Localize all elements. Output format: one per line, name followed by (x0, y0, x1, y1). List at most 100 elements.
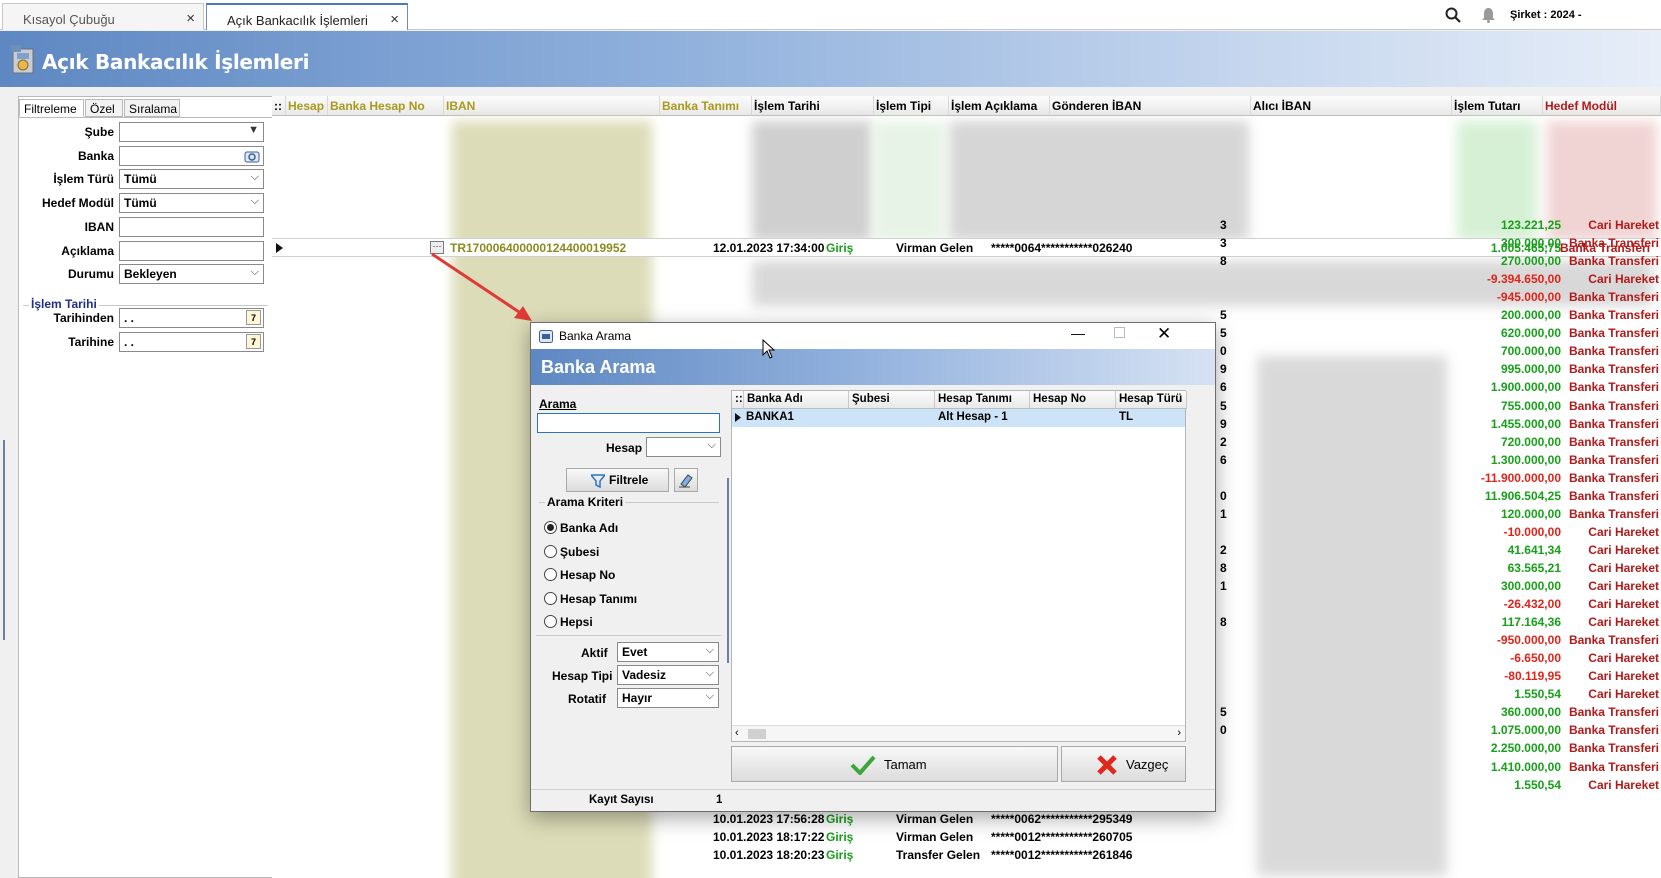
tamam-button[interactable]: Tamam (731, 746, 1058, 782)
sender-tail-cell: 0 (1220, 344, 1227, 359)
chevron-down-icon: ⌵ (250, 195, 259, 207)
scroll-right-icon[interactable]: › (1177, 727, 1181, 739)
minimize-button[interactable]: — (1071, 325, 1085, 341)
iban-input[interactable] (119, 217, 264, 237)
search-icon[interactable] (1445, 7, 1461, 23)
col-hesap-no[interactable]: Hesap No (1030, 391, 1116, 409)
module-cell: Banka Transferi (1568, 398, 1659, 413)
radio-label[interactable]: Hesap Tanımı (560, 592, 637, 606)
col-iban[interactable]: IBAN (444, 96, 660, 116)
page-title: Açık Bankacılık İşlemleri (42, 50, 310, 74)
module-cell: Cari Hareket (1588, 272, 1659, 287)
col-banka-adi[interactable]: Banka Adı (744, 391, 849, 409)
chevron-down-icon: ⌵ (705, 690, 714, 702)
close-icon[interactable]: × (390, 11, 399, 28)
search-label: Arama (539, 397, 577, 411)
aktif-select[interactable]: Evet ⌵ (617, 642, 719, 662)
radio-button[interactable] (544, 521, 557, 534)
col-hesap[interactable]: Hesap (286, 96, 328, 116)
col-banka-tanimi[interactable]: Banka Tanımı (660, 96, 752, 116)
radio-button[interactable] (544, 568, 557, 581)
tab-filtreleme[interactable]: Filtreleme (19, 99, 84, 117)
type-cell: Giriş (826, 812, 854, 826)
col-gonderen-iban[interactable]: Gönderen İBAN (1050, 96, 1251, 116)
radio-button[interactable] (544, 591, 557, 605)
table-row[interactable]: BANKA1 Alt Hesap - 1 TL (732, 409, 1185, 427)
desc-cell: Virman Gelen (896, 830, 974, 844)
col-hesap-turu[interactable]: Hesap Türü (1116, 391, 1187, 409)
kayit-sayisi-value: 1 (716, 794, 723, 806)
date-to-input[interactable]: . . 7 (119, 332, 264, 352)
module-cell: Cari Hareket (1588, 542, 1659, 557)
hedef-modul-select[interactable]: Tümü ⌵ (119, 193, 264, 213)
col-islem-tipi[interactable]: İşlem Tipi (874, 96, 949, 116)
sender-tail-cell: 3 (1220, 236, 1227, 251)
tab-kisayol-cubugu[interactable]: Kısayol Çubuğu × (2, 3, 204, 30)
col-alici-iban[interactable]: Alıcı İBAN (1251, 96, 1452, 116)
col-hesap-tanimi[interactable]: Hesap Tanımı (935, 391, 1030, 409)
grid-column-handle[interactable]: :: (272, 96, 286, 116)
amount-cell: 41.641,34 (1507, 542, 1561, 557)
tab-acik-bankacilik[interactable]: Açık Bankacılık İşlemleri × (206, 3, 408, 30)
sube-select[interactable]: ▼ (119, 122, 264, 142)
module-cell: Banka Transferi (1568, 416, 1659, 431)
clear-filter-button[interactable] (674, 468, 698, 492)
col-islem-tarihi[interactable]: İşlem Tarihi (752, 96, 874, 116)
left-splitter[interactable] (3, 440, 10, 640)
col-subesi[interactable]: Şubesi (849, 391, 935, 409)
col-banka-hesap-no[interactable]: Banka Hesap No (328, 96, 444, 116)
sender-tail-cell: 2 (1220, 434, 1227, 449)
filter-panel: Filtreleme Özel Sıralama Şube ▼ Banka İş… (18, 96, 273, 878)
amount-cell: 63.565,21 (1507, 560, 1561, 575)
vazgec-button[interactable]: Vazgeç (1061, 746, 1186, 782)
bell-icon[interactable] (1481, 7, 1496, 23)
calendar-icon[interactable]: 7 (246, 334, 261, 349)
calendar-icon[interactable]: 7 (246, 310, 261, 325)
radio-label[interactable]: Banka Adı (560, 521, 618, 535)
filtrele-button[interactable]: Filtrele (566, 468, 669, 492)
scroll-thumb[interactable] (748, 729, 766, 739)
lookup-icon[interactable] (244, 149, 260, 163)
radio-button[interactable] (544, 544, 557, 558)
amount-cell: -26.432,00 (1503, 597, 1561, 612)
radio-label[interactable]: Hesap No (560, 568, 615, 582)
tab-siralama[interactable]: Sıralama (124, 99, 180, 117)
radio-button[interactable] (544, 615, 557, 628)
module-cell: Banka Transferi (1568, 308, 1659, 323)
dialog-titlebar[interactable]: Banka Arama — ✕ (531, 323, 1215, 349)
durumu-label: Durumu (68, 267, 114, 281)
scroll-left-icon[interactable]: ‹ (735, 727, 739, 739)
hesap-tipi-value: Vadesiz (622, 668, 667, 682)
banka-field[interactable] (119, 146, 264, 166)
close-icon[interactable]: × (186, 10, 195, 27)
radio-label[interactable]: Şubesi (560, 545, 599, 559)
radio-label[interactable]: Hepsi (560, 615, 593, 629)
banka-arama-dialog: Banka Arama — ✕ Banka Arama Arama Hesap … (530, 322, 1216, 812)
rotatif-select[interactable]: Hayır ⌵ (617, 688, 719, 708)
amount-cell: 1.550,54 (1514, 777, 1561, 792)
tab-ozel[interactable]: Özel (85, 99, 123, 117)
sender-tail-cell: 6 (1220, 452, 1227, 467)
amount-cell: -950.000,00 (1496, 633, 1561, 648)
col-hedef-modul[interactable]: Hedef Modül (1543, 96, 1661, 116)
sender-cell: *****0064***********026240 (991, 241, 1133, 255)
amount-cell: 2.250.000,00 (1490, 741, 1561, 756)
col-islem-aciklama[interactable]: İşlem Açıklama (949, 96, 1050, 116)
hesap-tipi-select[interactable]: Vadesiz ⌵ (617, 665, 719, 685)
maximize-button[interactable] (1114, 327, 1125, 338)
islem-turu-select[interactable]: Tümü ⌵ (119, 169, 264, 189)
date-from-input[interactable]: . . 7 (119, 308, 264, 328)
aciklama-input[interactable] (119, 241, 264, 261)
amount-cell: 620.000,00 (1500, 326, 1561, 341)
date-to-value: . . (124, 335, 135, 349)
hesap-select[interactable]: ⌵ (646, 437, 721, 457)
hedef-modul-value: Tümü (124, 196, 157, 210)
durumu-select[interactable]: Bekleyen ⌵ (119, 264, 264, 284)
amount-cell: 1.410.000,00 (1490, 759, 1561, 774)
col-islem-tutari[interactable]: İşlem Tutarı (1452, 96, 1543, 116)
close-button[interactable]: ✕ (1157, 324, 1171, 344)
search-input[interactable] (537, 413, 720, 433)
results-column-handle[interactable]: :: (732, 391, 744, 409)
horizontal-scrollbar[interactable]: ‹ › (732, 725, 1185, 741)
amount-cell: -10.000,00 (1503, 524, 1561, 539)
